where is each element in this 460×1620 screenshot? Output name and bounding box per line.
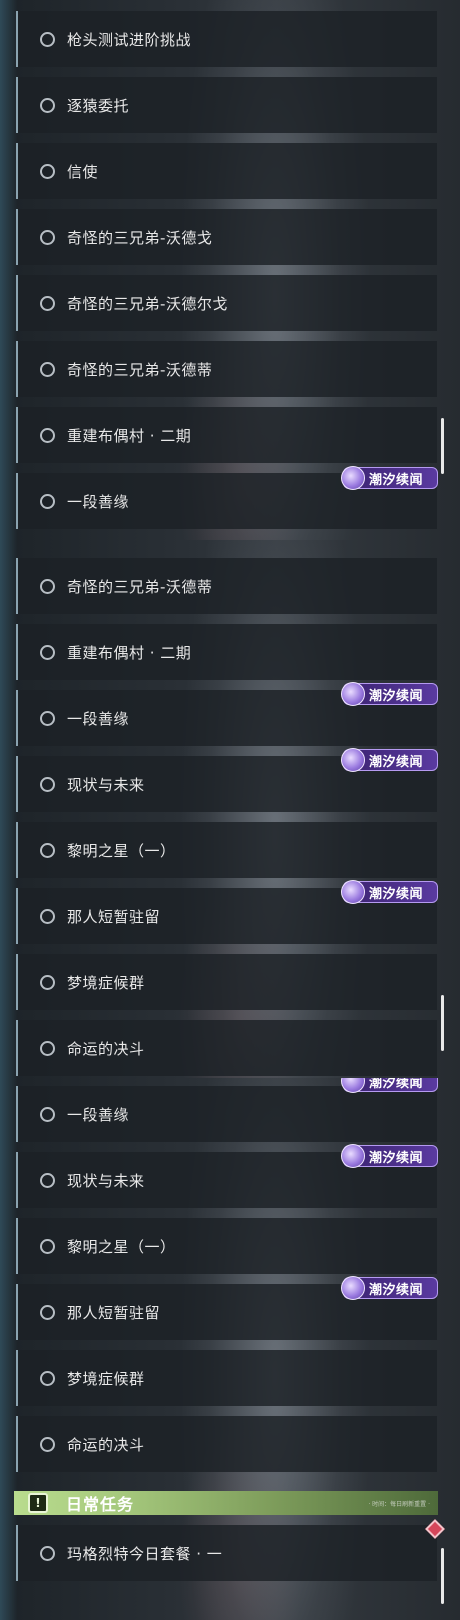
quest-list-panel-3: 一段善缘 现状与未来 黎明之星（一） 那人短暂驻留 梦境症候群 命运的决斗 潮汐…	[0, 1078, 460, 1620]
quest-item[interactable]: 逐猿委托	[16, 77, 437, 133]
badge-label: 潮汐续闻	[369, 754, 424, 770]
badge-label: 潮汐续闻	[369, 1282, 424, 1298]
quest-item[interactable]: 奇怪的三兄弟-沃德蒂	[16, 341, 437, 397]
tide-emblem-icon	[341, 682, 365, 706]
quest-item[interactable]: 重建布偶村 · 二期	[16, 407, 437, 463]
badge-label: 潮汐续闻	[369, 688, 424, 704]
quest-item[interactable]: 信使	[16, 143, 437, 199]
quest-label: 奇怪的三兄弟-沃德蒂	[67, 577, 213, 596]
badge-label: 潮汐续闻	[369, 1078, 424, 1091]
tide-sequel-badge: 潮汐续闻	[341, 880, 438, 904]
tide-sequel-badge: 潮汐续闻	[341, 466, 438, 490]
tide-emblem-icon	[341, 880, 365, 904]
section-subtext: · 时间：每日刷新重置 ·	[368, 1500, 430, 1508]
quest-label: 玛格烈特今日套餐 · 一	[67, 1544, 223, 1563]
badge-label: 潮汐续闻	[369, 1150, 424, 1166]
tide-emblem-icon	[341, 748, 365, 772]
radio-icon	[40, 974, 55, 990]
radio-icon	[40, 1304, 55, 1320]
quest-label: 重建布偶村 · 二期	[67, 426, 192, 445]
scrollbar-thumb[interactable]	[441, 1548, 444, 1604]
scrollbar-thumb[interactable]	[441, 995, 444, 1051]
quest-item[interactable]: 梦境症候群	[16, 954, 437, 1010]
radio-icon	[40, 644, 55, 660]
radio-icon	[40, 842, 55, 858]
quest-item[interactable]: 枪头测试进阶挑战	[16, 11, 437, 67]
badge-label: 潮汐续闻	[369, 472, 424, 488]
quest-label: 奇怪的三兄弟-沃德尔戈	[67, 294, 228, 313]
quest-item[interactable]: 奇怪的三兄弟-沃德蒂	[16, 558, 437, 614]
daily-tasks-header[interactable]: ! 日常任务 · 时间：每日刷新重置 ·	[14, 1491, 438, 1515]
quest-item[interactable]: 命运的决斗	[16, 1020, 437, 1076]
radio-icon	[40, 97, 55, 113]
radio-icon	[40, 163, 55, 179]
tide-sequel-badge: 潮汐续闻	[341, 1276, 438, 1300]
quest-label: 一段善缘	[67, 709, 130, 728]
quest-item[interactable]: 黎明之星（一）	[16, 1218, 437, 1274]
quest-label: 命运的决斗	[67, 1039, 145, 1058]
quest-label: 梦境症候群	[67, 1369, 145, 1388]
quest-label: 重建布偶村 · 二期	[67, 643, 192, 662]
quest-label: 梦境症候群	[67, 973, 145, 992]
tide-sequel-badge: 潮汐续闻	[341, 748, 438, 772]
exclamation-icon: !	[28, 1493, 48, 1513]
quest-item[interactable]: 命运的决斗	[16, 1416, 437, 1472]
tide-emblem-icon	[341, 1276, 365, 1300]
radio-icon	[40, 1436, 55, 1452]
tide-sequel-badge: 潮汐续闻	[341, 682, 438, 706]
quest-item[interactable]: 奇怪的三兄弟-沃德戈	[16, 209, 437, 265]
quest-label: 枪头测试进阶挑战	[67, 30, 192, 49]
quest-item[interactable]: 梦境症候群	[16, 1350, 437, 1406]
radio-icon	[40, 710, 55, 726]
radio-icon	[40, 908, 55, 924]
quest-item[interactable]: 一段善缘	[16, 1086, 437, 1142]
scrollbar-thumb[interactable]	[441, 418, 444, 474]
radio-icon	[40, 1370, 55, 1386]
quest-label: 信使	[67, 162, 99, 181]
tide-emblem-icon	[341, 466, 365, 490]
quest-label: 那人短暂驻留	[67, 1303, 161, 1322]
quest-label: 那人短暂驻留	[67, 907, 161, 926]
quest-list-panel-1: 枪头测试进阶挑战 逐猿委托 信使 奇怪的三兄弟-沃德戈 奇怪的三兄弟-沃德尔戈 …	[0, 0, 460, 540]
quest-item[interactable]: 重建布偶村 · 二期	[16, 624, 437, 680]
radio-icon	[40, 295, 55, 311]
quest-label: 现状与未来	[67, 775, 145, 794]
radio-icon	[40, 776, 55, 792]
quest-label: 黎明之星（一）	[67, 841, 176, 860]
radio-icon	[40, 31, 55, 47]
quest-label: 现状与未来	[67, 1171, 145, 1190]
quest-label: 一段善缘	[67, 1105, 130, 1124]
quest-label: 逐猿委托	[67, 96, 130, 115]
quest-label: 黎明之星（一）	[67, 1237, 176, 1256]
quest-label: 奇怪的三兄弟-沃德戈	[67, 228, 213, 247]
section-title: 日常任务	[66, 1495, 135, 1514]
radio-icon	[40, 1172, 55, 1188]
tide-sequel-badge: 潮汐续闻	[341, 1144, 438, 1168]
radio-icon	[40, 1040, 55, 1056]
radio-icon	[40, 1238, 55, 1254]
radio-icon	[40, 229, 55, 245]
quest-list-panel-2: 奇怪的三兄弟-沃德蒂 重建布偶村 · 二期 一段善缘 现状与未来 黎明之星（一）…	[0, 540, 460, 1078]
quest-label: 命运的决斗	[67, 1435, 145, 1454]
quest-item[interactable]: 黎明之星（一）	[16, 822, 437, 878]
tide-emblem-icon	[341, 1144, 365, 1168]
radio-icon	[40, 1106, 55, 1122]
quest-label: 奇怪的三兄弟-沃德蒂	[67, 360, 213, 379]
tide-emblem-icon	[341, 1078, 365, 1093]
badge-label: 潮汐续闻	[369, 886, 424, 902]
quest-label: 一段善缘	[67, 492, 130, 511]
radio-icon	[40, 493, 55, 509]
quest-item[interactable]: 玛格烈特今日套餐 · 一	[16, 1525, 437, 1581]
radio-icon	[40, 1545, 55, 1561]
radio-icon	[40, 427, 55, 443]
tide-sequel-badge: 潮汐续闻	[341, 1078, 438, 1093]
quest-item[interactable]: 奇怪的三兄弟-沃德尔戈	[16, 275, 437, 331]
radio-icon	[40, 361, 55, 377]
radio-icon	[40, 578, 55, 594]
